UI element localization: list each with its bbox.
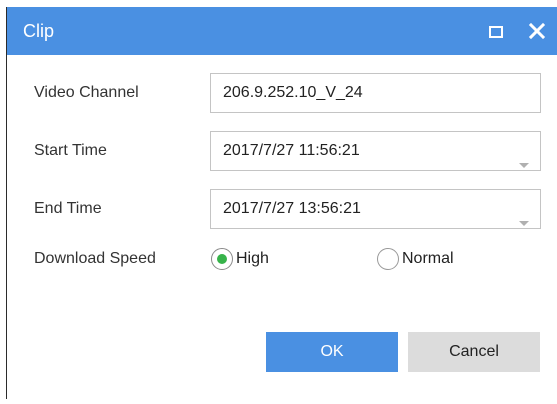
download-speed-high-radio[interactable]: High [211,247,269,271]
start-time-value: 2017/7/27 11:56:21 [223,142,360,159]
download-speed-normal-radio[interactable]: Normal [377,247,454,271]
download-speed-label: Download Speed [34,250,156,267]
radio-label-high: High [236,250,269,267]
video-channel-field[interactable] [210,73,541,113]
video-channel-label: Video Channel [34,84,139,101]
start-time-label: Start Time [34,142,107,159]
end-time-value: 2017/7/27 13:56:21 [223,200,361,217]
title-bar[interactable]: Clip [7,7,557,55]
radio-dot [217,254,227,264]
cancel-button[interactable]: Cancel [408,332,540,372]
dialog-title: Clip [23,21,55,41]
start-time-select[interactable]: 2017/7/27 11:56:21 [210,131,541,171]
radio-unchecked-icon[interactable] [377,248,399,270]
radio-checked-icon[interactable] [211,248,233,270]
ok-button[interactable]: OK [266,332,398,372]
video-channel-input[interactable] [223,75,523,111]
close-icon[interactable] [528,22,546,40]
chevron-down-icon[interactable] [518,205,530,226]
maximize-icon[interactable] [489,25,503,38]
clip-dialog: Clip Video Channel Start Time 2017/7/27 … [6,7,557,399]
chevron-down-icon[interactable] [518,147,530,168]
radio-label-normal: Normal [402,250,454,267]
end-time-label: End Time [34,200,102,217]
end-time-select[interactable]: 2017/7/27 13:56:21 [210,189,541,229]
